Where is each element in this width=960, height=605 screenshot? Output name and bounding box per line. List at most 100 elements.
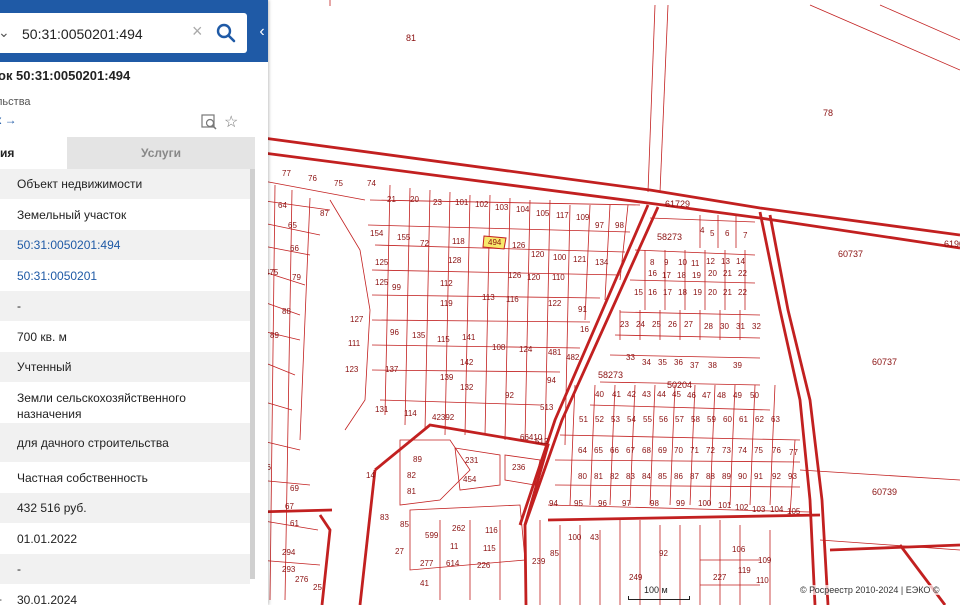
star-icon[interactable]: ☆ (224, 112, 238, 132)
svg-text:21: 21 (387, 195, 396, 204)
svg-text:63: 63 (771, 415, 780, 424)
svg-text:127: 127 (350, 315, 364, 324)
list-item: для дачного строительства (0, 422, 250, 463)
svg-text:27: 27 (684, 320, 693, 329)
tab-information[interactable]: ия (0, 137, 67, 169)
quarter-number-link[interactable]: 50:31:0050201 (17, 268, 245, 284)
svg-text:293: 293 (282, 565, 296, 574)
svg-text:75: 75 (754, 446, 763, 455)
tab-services[interactable]: Услуги (67, 137, 255, 169)
svg-text:121: 121 (573, 255, 587, 264)
svg-text:87: 87 (690, 472, 699, 481)
svg-text:81: 81 (406, 33, 416, 43)
svg-text:79: 79 (292, 273, 301, 282)
svg-text:15: 15 (634, 288, 643, 297)
attribute-value: Земельный участок (17, 207, 127, 222)
svg-text:23: 23 (620, 320, 629, 329)
svg-text:62: 62 (755, 415, 764, 424)
svg-text:19: 19 (693, 288, 702, 297)
svg-text:99: 99 (392, 283, 401, 292)
svg-text:101: 101 (718, 501, 732, 510)
svg-text:38: 38 (708, 361, 717, 370)
svg-text:110: 110 (756, 576, 769, 585)
parcel-link[interactable]: к → (0, 113, 17, 127)
svg-text:49: 49 (733, 391, 742, 400)
svg-text:7: 7 (743, 231, 748, 240)
svg-text:89: 89 (270, 331, 279, 340)
svg-text:42392: 42392 (432, 413, 455, 422)
svg-text:55: 55 (643, 415, 652, 424)
svg-text:87: 87 (320, 209, 329, 218)
search-input[interactable] (20, 13, 194, 55)
svg-text:34: 34 (642, 358, 651, 367)
svg-text:72: 72 (706, 446, 715, 455)
svg-text:132: 132 (460, 383, 474, 392)
svg-text:6190: 6190 (944, 239, 960, 249)
svg-text:78: 78 (823, 108, 833, 118)
svg-text:114: 114 (404, 409, 417, 418)
scroll-thumb[interactable] (250, 169, 255, 579)
svg-text:90: 90 (738, 472, 747, 481)
svg-text:69: 69 (658, 446, 667, 455)
svg-text:91: 91 (578, 305, 587, 314)
clear-icon[interactable]: × (192, 21, 203, 42)
svg-text:54: 54 (627, 415, 636, 424)
svg-text:113: 113 (482, 293, 495, 302)
svg-text:101: 101 (455, 198, 469, 207)
svg-text:98: 98 (615, 221, 624, 230)
search-box: ⌄ × (0, 13, 247, 55)
svg-text:106: 106 (732, 545, 746, 554)
parcel-subtitle: льства (0, 96, 31, 108)
chevron-down-icon[interactable]: ⌄ (0, 24, 10, 41)
svg-text:25: 25 (652, 320, 661, 329)
svg-text:93: 93 (788, 472, 797, 481)
svg-text:82: 82 (610, 472, 619, 481)
svg-text:92: 92 (659, 549, 668, 558)
svg-text:60737: 60737 (872, 357, 897, 367)
list-item: Частная собственность (0, 463, 250, 493)
svg-text:19: 19 (692, 271, 701, 280)
cadastral-number-link[interactable]: 50:31:0050201:494 (17, 237, 245, 253)
svg-text:85: 85 (658, 472, 667, 481)
search-icon[interactable] (216, 23, 236, 43)
chevron-left-icon[interactable]: ‹ (256, 10, 268, 54)
svg-text:61: 61 (739, 415, 748, 424)
svg-text:60737: 60737 (838, 249, 863, 259)
svg-text:40: 40 (595, 390, 604, 399)
svg-text:100: 100 (698, 499, 712, 508)
svg-text:11: 11 (691, 259, 700, 268)
row-marker: - (0, 592, 2, 605)
svg-text:239: 239 (532, 557, 546, 566)
svg-text:74: 74 (367, 179, 376, 188)
svg-text:41: 41 (420, 579, 429, 588)
svg-text:58273: 58273 (657, 232, 682, 242)
attribute-value: Учтенный (17, 360, 72, 374)
scrollbar[interactable] (250, 169, 255, 579)
svg-text:48: 48 (717, 391, 726, 400)
attribute-value: 01.01.2022 (17, 531, 78, 546)
svg-text:75: 75 (334, 179, 343, 188)
attribute-value: - (17, 299, 21, 313)
svg-text:96: 96 (390, 328, 399, 337)
svg-text:89: 89 (722, 472, 731, 481)
list-item: Земельный участок (0, 200, 250, 230)
svg-text:52: 52 (595, 415, 604, 424)
svg-text:85: 85 (400, 520, 409, 529)
svg-text:111: 111 (348, 339, 361, 348)
list-item: 432 516 руб. (0, 493, 250, 524)
svg-text:92: 92 (772, 472, 781, 481)
svg-text:91: 91 (754, 472, 763, 481)
svg-text:116: 116 (485, 526, 498, 535)
svg-text:155: 155 (397, 233, 411, 242)
attribute-value: Частная собственность (17, 470, 148, 485)
svg-text:99: 99 (676, 499, 685, 508)
list-item: 50:31:0050201:494 (0, 230, 250, 261)
svg-text:58273: 58273 (598, 370, 623, 380)
svg-text:18: 18 (678, 288, 687, 297)
svg-text:118: 118 (452, 237, 465, 246)
svg-text:231: 231 (465, 456, 479, 465)
find-on-map-icon[interactable] (201, 114, 217, 130)
svg-text:294: 294 (282, 548, 296, 557)
svg-text:227: 227 (713, 573, 727, 582)
svg-text:26: 26 (668, 320, 677, 329)
